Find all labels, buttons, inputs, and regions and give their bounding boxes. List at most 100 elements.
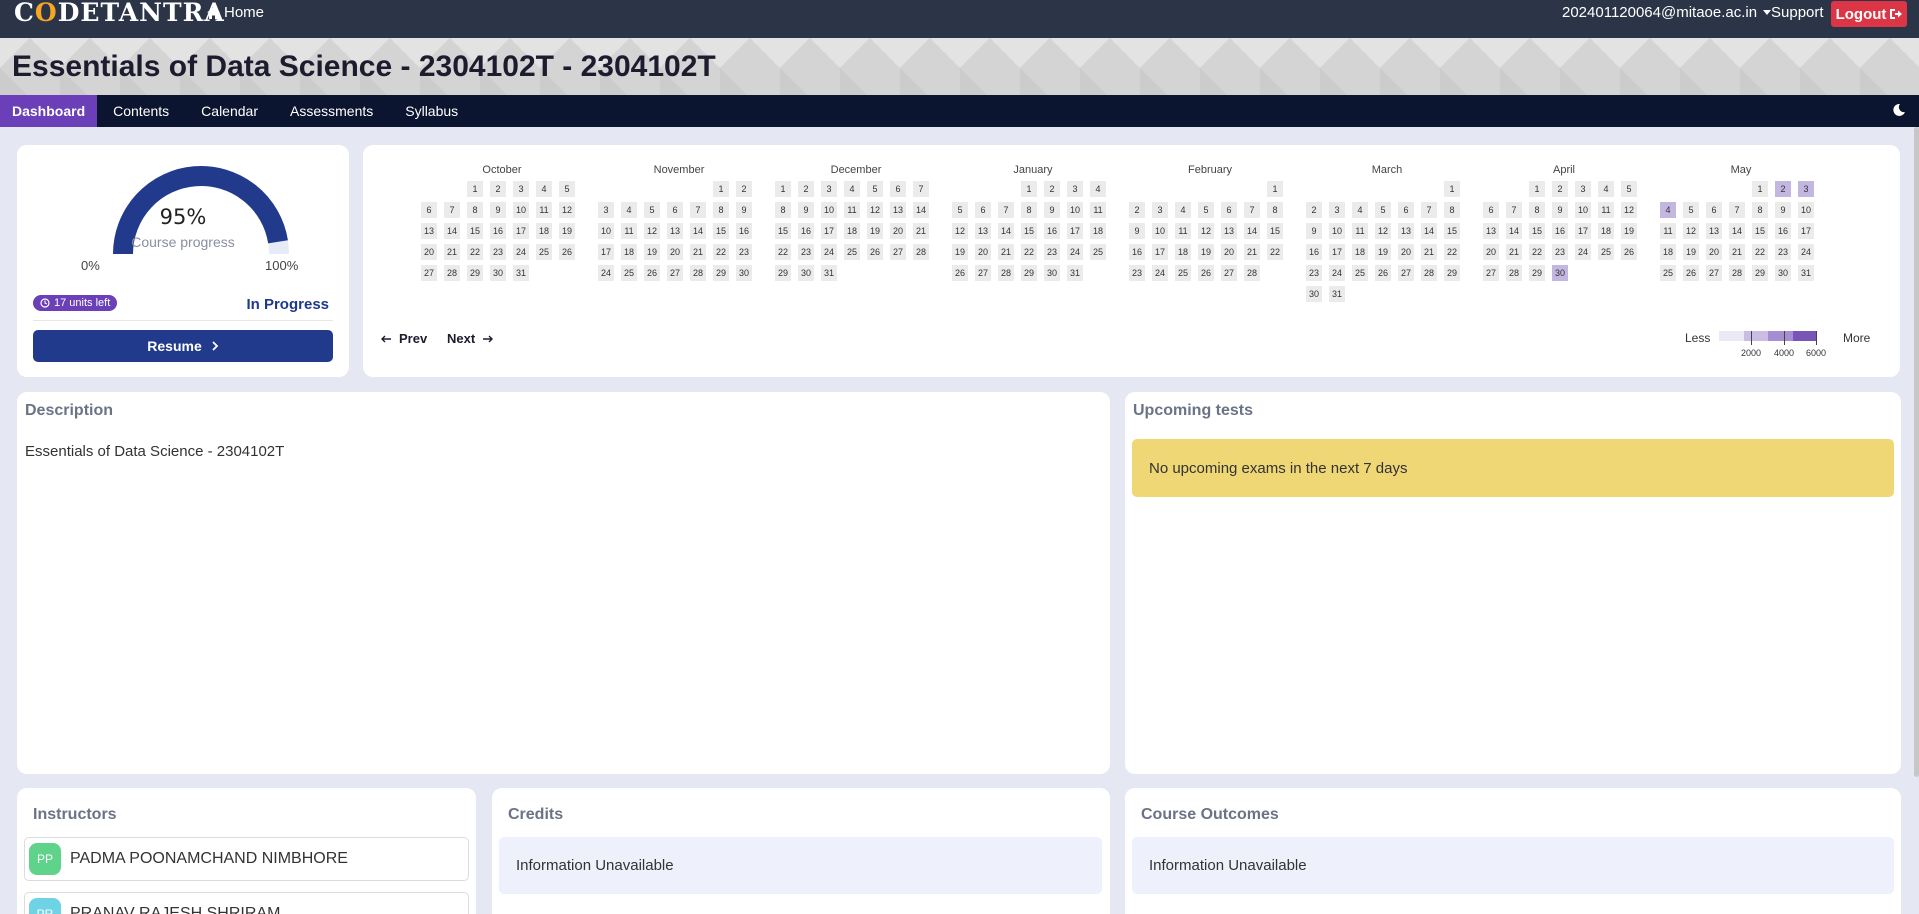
calendar-day[interactable]: 24 (1575, 244, 1591, 260)
calendar-day[interactable]: 31 (513, 265, 529, 281)
calendar-day[interactable]: 13 (1398, 223, 1414, 239)
calendar-day[interactable]: 9 (1552, 202, 1568, 218)
calendar-day[interactable]: 16 (1775, 223, 1791, 239)
calendar-day[interactable]: 8 (775, 202, 791, 218)
calendar-day[interactable]: 7 (1729, 202, 1745, 218)
calendar-day[interactable]: 8 (1267, 202, 1283, 218)
calendar-day[interactable]: 5 (1375, 202, 1391, 218)
calendar-day[interactable]: 24 (598, 265, 614, 281)
calendar-day[interactable]: 26 (1375, 265, 1391, 281)
calendar-day[interactable]: 16 (798, 223, 814, 239)
calendar-day[interactable]: 19 (867, 223, 883, 239)
calendar-day[interactable]: 18 (1352, 244, 1368, 260)
calendar-day[interactable]: 18 (536, 223, 552, 239)
calendar-day[interactable]: 26 (1621, 244, 1637, 260)
calendar-day[interactable]: 10 (598, 223, 614, 239)
calendar-day[interactable]: 30 (736, 265, 752, 281)
calendar-day[interactable]: 30 (1552, 265, 1568, 281)
calendar-day[interactable]: 27 (1398, 265, 1414, 281)
calendar-day[interactable]: 18 (1660, 244, 1676, 260)
prev-button[interactable]: Prev (381, 331, 427, 346)
calendar-day[interactable]: 25 (1175, 265, 1191, 281)
calendar-day[interactable]: 17 (513, 223, 529, 239)
calendar-day[interactable]: 28 (1421, 265, 1437, 281)
calendar-day[interactable]: 10 (1152, 223, 1168, 239)
calendar-day[interactable]: 26 (867, 244, 883, 260)
calendar-day[interactable]: 4 (1660, 202, 1676, 218)
calendar-day[interactable]: 23 (1044, 244, 1060, 260)
calendar-day[interactable]: 25 (1090, 244, 1106, 260)
calendar-day[interactable]: 5 (1683, 202, 1699, 218)
calendar-day[interactable]: 1 (1529, 181, 1545, 197)
calendar-day[interactable]: 4 (536, 181, 552, 197)
calendar-day[interactable]: 26 (559, 244, 575, 260)
calendar-day[interactable]: 15 (1444, 223, 1460, 239)
calendar-day[interactable]: 20 (1706, 244, 1722, 260)
codetantra-logo[interactable]: CODETANTRA (14, 0, 225, 26)
calendar-day[interactable]: 30 (1044, 265, 1060, 281)
calendar-day[interactable]: 18 (1175, 244, 1191, 260)
calendar-day[interactable]: 9 (1306, 223, 1322, 239)
calendar-day[interactable]: 29 (713, 265, 729, 281)
calendar-day[interactable]: 5 (952, 202, 968, 218)
calendar-day[interactable]: 18 (844, 223, 860, 239)
calendar-day[interactable]: 8 (1752, 202, 1768, 218)
calendar-day[interactable]: 19 (952, 244, 968, 260)
calendar-day[interactable]: 22 (1529, 244, 1545, 260)
calendar-day[interactable]: 22 (713, 244, 729, 260)
calendar-day[interactable]: 14 (913, 202, 929, 218)
calendar-day[interactable]: 3 (1067, 181, 1083, 197)
calendar-day[interactable]: 13 (890, 202, 906, 218)
calendar-day[interactable]: 25 (1660, 265, 1676, 281)
calendar-day[interactable]: 18 (1090, 223, 1106, 239)
calendar-day[interactable]: 21 (1506, 244, 1522, 260)
calendar-day[interactable]: 13 (421, 223, 437, 239)
calendar-day[interactable]: 22 (775, 244, 791, 260)
calendar-day[interactable]: 2 (1306, 202, 1322, 218)
calendar-day[interactable]: 29 (467, 265, 483, 281)
calendar-day[interactable]: 20 (1221, 244, 1237, 260)
calendar-day[interactable]: 22 (1021, 244, 1037, 260)
calendar-day[interactable]: 19 (1198, 244, 1214, 260)
calendar-day[interactable]: 2 (1044, 181, 1060, 197)
calendar-day[interactable]: 4 (844, 181, 860, 197)
home-link[interactable]: Home (207, 4, 264, 21)
calendar-day[interactable]: 1 (1021, 181, 1037, 197)
calendar-day[interactable]: 25 (536, 244, 552, 260)
calendar-day[interactable]: 5 (644, 202, 660, 218)
calendar-day[interactable]: 3 (821, 181, 837, 197)
calendar-day[interactable]: 5 (1198, 202, 1214, 218)
calendar-day[interactable]: 17 (821, 223, 837, 239)
calendar-day[interactable]: 25 (1352, 265, 1368, 281)
calendar-day[interactable]: 23 (1129, 265, 1145, 281)
calendar-day[interactable]: 10 (1329, 223, 1345, 239)
calendar-day[interactable]: 26 (1683, 265, 1699, 281)
dark-mode-toggle[interactable] (1893, 103, 1905, 119)
calendar-day[interactable]: 11 (1175, 223, 1191, 239)
calendar-day[interactable]: 28 (998, 265, 1014, 281)
calendar-day[interactable]: 1 (1752, 181, 1768, 197)
calendar-day[interactable]: 30 (1775, 265, 1791, 281)
calendar-day[interactable]: 19 (1375, 244, 1391, 260)
resume-button[interactable]: Resume (33, 330, 333, 362)
calendar-day[interactable]: 12 (1198, 223, 1214, 239)
calendar-day[interactable]: 12 (1621, 202, 1637, 218)
calendar-day[interactable]: 11 (844, 202, 860, 218)
calendar-day[interactable]: 10 (513, 202, 529, 218)
calendar-day[interactable]: 15 (467, 223, 483, 239)
calendar-day[interactable]: 31 (1798, 265, 1814, 281)
calendar-day[interactable]: 24 (1152, 265, 1168, 281)
calendar-day[interactable]: 30 (1306, 286, 1322, 302)
calendar-day[interactable]: 22 (1752, 244, 1768, 260)
calendar-day[interactable]: 12 (1683, 223, 1699, 239)
calendar-day[interactable]: 26 (644, 265, 660, 281)
calendar-day[interactable]: 8 (467, 202, 483, 218)
calendar-day[interactable]: 17 (1575, 223, 1591, 239)
calendar-day[interactable]: 24 (1329, 265, 1345, 281)
calendar-day[interactable]: 16 (1552, 223, 1568, 239)
instructor-item[interactable]: PP PADMA POONAMCHAND NIMBHORE (24, 837, 469, 881)
calendar-day[interactable]: 1 (1267, 181, 1283, 197)
calendar-day[interactable]: 7 (913, 181, 929, 197)
calendar-day[interactable]: 11 (1598, 202, 1614, 218)
calendar-day[interactable]: 17 (1329, 244, 1345, 260)
